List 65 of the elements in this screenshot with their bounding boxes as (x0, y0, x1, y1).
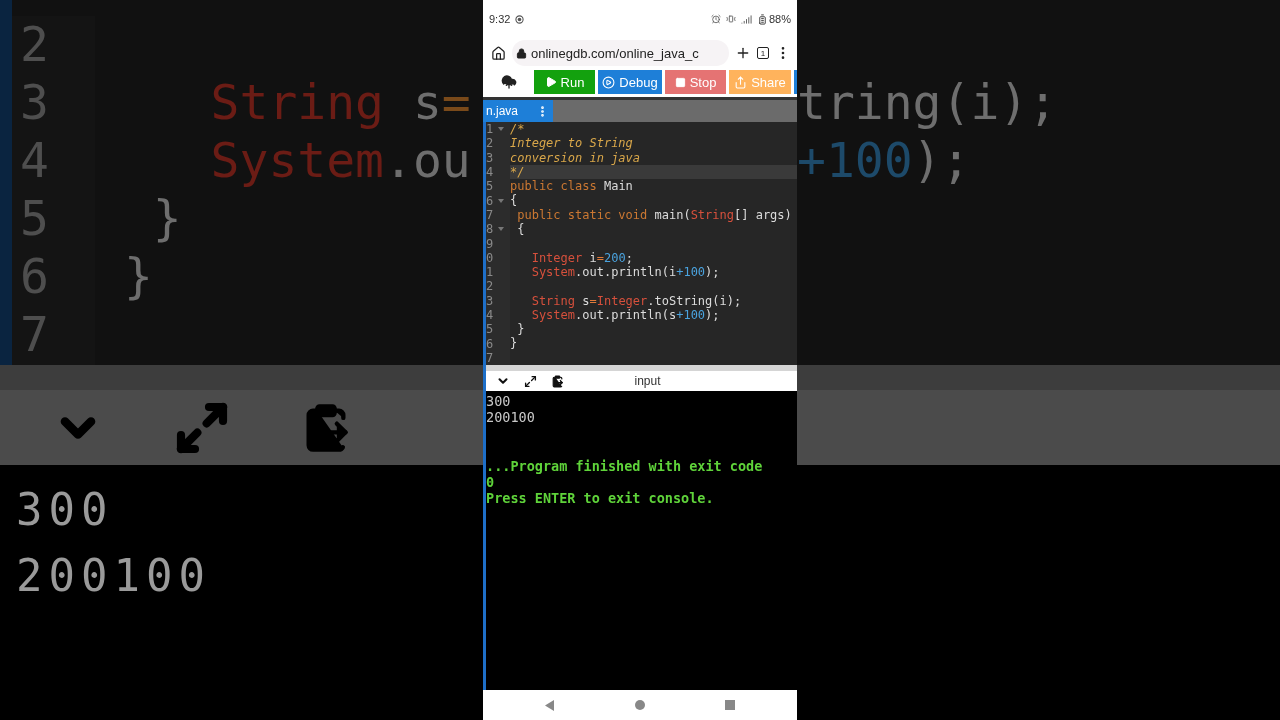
clipboard-icon[interactable] (551, 374, 564, 388)
file-tab[interactable]: n.java (483, 100, 553, 122)
line-number: 6 (486, 193, 495, 208)
home-icon[interactable] (491, 45, 506, 61)
home-button-icon[interactable] (635, 700, 645, 710)
line-number: 7 (486, 207, 495, 222)
expand-icon[interactable] (524, 374, 537, 388)
input-label[interactable]: input (634, 374, 661, 388)
fold-icon[interactable] (498, 227, 504, 232)
address-field[interactable]: onlinegdb.com/online_java_c (512, 40, 729, 66)
line-number: 4 (486, 308, 495, 322)
line-number: 2 (486, 279, 495, 294)
code-line: } (151, 190, 182, 248)
play-icon (544, 76, 557, 88)
fold-icon[interactable] (498, 198, 504, 203)
battery-percent: 88% (768, 13, 791, 25)
line-number: 3 (486, 293, 495, 308)
line-number: 8 (486, 222, 495, 237)
code-line: tring(i); (797, 74, 1058, 132)
new-tab-icon[interactable] (735, 45, 751, 61)
record-icon (515, 14, 525, 24)
run-button[interactable]: Run (534, 70, 595, 94)
line-number: 2 (19, 16, 50, 74)
line-number: 6 (486, 336, 495, 351)
line-number: 5 (486, 322, 495, 337)
console-output: 300 (486, 393, 511, 410)
vibrate-icon (725, 14, 736, 24)
debug-button[interactable]: Debug (598, 70, 662, 94)
console-output: 300 (16, 483, 114, 537)
line-number: 0 (486, 250, 495, 265)
lock-icon (516, 47, 527, 59)
line-number: 7 (19, 306, 50, 364)
code-line: String s= (209, 74, 471, 132)
stop-button[interactable]: Stop (665, 70, 726, 94)
line-number: 6 (19, 248, 50, 306)
console-message: 0 (486, 474, 495, 491)
share-icon (734, 75, 748, 89)
line-number: 4 (19, 132, 50, 190)
alarm-icon (710, 14, 721, 24)
console-message: Press ENTER to exit console. (486, 490, 714, 507)
console-output: 200100 (16, 549, 211, 603)
line-number: 2 (486, 136, 495, 151)
upload-icon (501, 74, 517, 90)
clock-time: 9:32 (489, 13, 511, 25)
code-line: +100); (797, 132, 971, 190)
debug-icon (602, 75, 616, 89)
line-number: 3 (19, 74, 50, 132)
fold-icon[interactable] (498, 127, 504, 132)
line-number: 1 (486, 122, 495, 137)
console-output: 200100 (486, 409, 535, 426)
console-message: ...Program finished with exit code (486, 457, 763, 474)
back-icon[interactable] (545, 699, 555, 711)
stop-icon (674, 76, 686, 88)
line-number: 5 (486, 179, 495, 194)
code-line: System.ou (209, 132, 471, 190)
line-number: 5 (19, 190, 50, 248)
signal-icon (740, 13, 752, 25)
line-number: 9 (486, 236, 495, 251)
battery-icon (756, 13, 768, 25)
line-number: 3 (486, 150, 495, 165)
line-number: 7 (486, 350, 495, 365)
tab-count[interactable]: 1 (757, 47, 769, 59)
line-number: 1 (486, 265, 495, 280)
code-line: } (122, 248, 153, 306)
line-number: 4 (486, 165, 495, 180)
